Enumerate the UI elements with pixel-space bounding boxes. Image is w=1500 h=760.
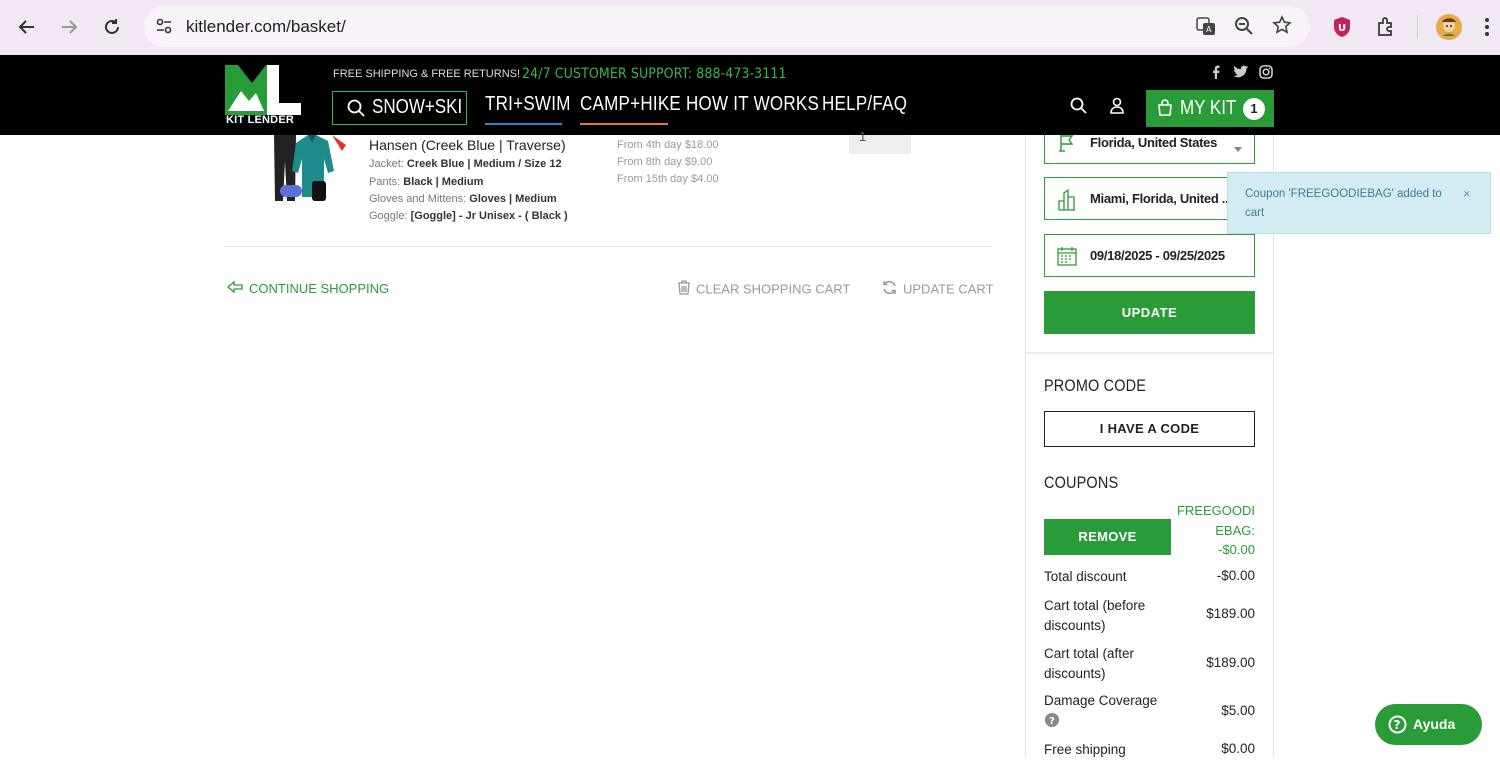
back-icon[interactable]: [13, 13, 41, 41]
trash-icon: [677, 280, 691, 298]
menu-how-it-works[interactable]: HOW IT WORKS: [686, 93, 819, 116]
attr-goggle: Goggle: [Goggle] - Jr Unisex - ( Black ): [369, 210, 568, 222]
cart-total-before-value: $189.00: [1206, 606, 1255, 621]
damage-coverage-label: Damage Coverage: [1044, 693, 1158, 708]
camp-hike-underline: [580, 123, 668, 125]
address-bar[interactable]: kitlender.com/basket/ A: [144, 6, 1310, 47]
toast-message: Coupon 'FREEGOODIEBAG' added to cart: [1245, 188, 1442, 219]
clear-cart-label: CLEAR SHOPPING CART: [696, 281, 851, 297]
site-header: KIT LENDER FREE SHIPPING & FREE RETURNS!…: [0, 55, 1500, 135]
svg-text:U: U: [1338, 23, 1346, 34]
bookmark-star-icon[interactable]: [1272, 15, 1292, 40]
city-select[interactable]: Miami, Florida, United ...: [1044, 177, 1255, 220]
ublock-extension-icon[interactable]: U: [1332, 16, 1352, 43]
date-range-value: 09/18/2025 - 09/25/2025: [1090, 248, 1225, 263]
url-text[interactable]: kitlender.com/basket/: [186, 17, 346, 37]
free-shipping-label: Free shipping: [1044, 742, 1126, 757]
flag-icon: [1058, 134, 1076, 157]
cart-total-after-value: $189.00: [1206, 655, 1255, 670]
cart-total-before-label: Cart total (before discounts): [1044, 598, 1146, 633]
quantity-value: 1: [859, 129, 867, 144]
arrow-left-icon: [226, 280, 243, 296]
svg-text:?: ?: [1394, 718, 1401, 732]
menu-label: SNOW+SKI: [372, 96, 463, 118]
my-kit-label: MY KIT: [1180, 97, 1237, 119]
browser-menu-icon[interactable]: [1484, 16, 1490, 43]
promo-code-title: PROMO CODE: [1044, 376, 1147, 395]
attr-jacket: Jacket: Creek Blue | Medium / Size 12: [369, 158, 562, 170]
close-icon[interactable]: ×: [1463, 186, 1471, 201]
my-kit-button[interactable]: MY KIT 1: [1146, 90, 1274, 127]
chevron-down-icon: [1234, 139, 1242, 157]
toolbar-divider: [1417, 15, 1418, 39]
coupons-title: COUPONS: [1044, 473, 1119, 492]
cart-divider: [225, 246, 991, 247]
search-icon: [347, 99, 365, 122]
free-shipping-text: FREE SHIPPING & FREE RETURNS!: [333, 68, 521, 80]
state-select[interactable]: Florida, United States: [1044, 135, 1255, 164]
update-cart-label: UPDATE CART: [903, 281, 994, 297]
browser-toolbar: kitlender.com/basket/ A U: [0, 0, 1500, 55]
help-chat-button[interactable]: ? Ayuda: [1375, 704, 1482, 745]
help-question-icon[interactable]: ?: [1045, 713, 1059, 732]
damage-coverage-value: $5.00: [1221, 703, 1255, 718]
continue-shopping-label: CONTINUE SHOPPING: [249, 281, 390, 297]
logo-text: KIT LENDER: [226, 114, 294, 126]
coupon-code-line: EBAG:: [1215, 522, 1255, 538]
attr-pants: Pants: Black | Medium: [369, 176, 484, 188]
date-range-input[interactable]: 09/18/2025 - 09/25/2025: [1044, 234, 1255, 277]
quantity-input[interactable]: 1: [849, 129, 911, 154]
price-tier: From 15th day $4.00: [617, 173, 719, 185]
menu-tri-swim[interactable]: TRI+SWIM: [485, 93, 571, 116]
support-phone[interactable]: 24/7 CUSTOMER SUPPORT: 888-473-3111: [522, 66, 787, 82]
forward-icon[interactable]: [55, 13, 83, 41]
tri-swim-underline: [485, 123, 562, 125]
instagram-icon[interactable]: [1259, 65, 1273, 84]
continue-shopping-link[interactable]: CONTINUE SHOPPING: [226, 280, 390, 297]
svg-text:?: ?: [1049, 716, 1055, 727]
bag-icon: [1157, 99, 1173, 121]
city-value: Miami, Florida, United ...: [1090, 191, 1232, 206]
account-icon[interactable]: [1109, 97, 1125, 119]
update-button[interactable]: UPDATE: [1044, 291, 1255, 334]
twitter-icon[interactable]: [1233, 65, 1249, 84]
refresh-icon: [882, 280, 897, 298]
question-circle-icon: ?: [1388, 715, 1407, 737]
cart-total-after-label: Cart total (after discounts): [1044, 646, 1135, 681]
coupon-amount: -$0.00: [1218, 542, 1255, 557]
coupon-added-toast: Coupon 'FREEGOODIEBAG' added to cart ×: [1227, 172, 1491, 234]
update-cart-link[interactable]: UPDATE CART: [882, 280, 994, 298]
attr-gloves: Gloves and Mittens: Gloves | Medium: [369, 193, 557, 205]
translate-icon[interactable]: A: [1196, 16, 1216, 41]
calendar-icon: [1057, 246, 1077, 271]
cart-count-badge: 1: [1243, 98, 1265, 120]
menu-snow-ski[interactable]: SNOW+SKI: [332, 91, 467, 125]
product-title[interactable]: Hansen (Creek Blue | Traverse): [369, 137, 566, 153]
extensions-puzzle-icon[interactable]: [1375, 16, 1397, 43]
sidebar-separator: [1026, 352, 1273, 354]
price-tier: From 8th day $9.00: [617, 156, 713, 168]
free-shipping-value: $0.00: [1221, 741, 1255, 756]
total-discount-value: -$0.00: [1216, 568, 1255, 583]
reload-icon[interactable]: [98, 13, 126, 41]
applied-coupon: FREEGOODI EBAG: -$0.00: [1172, 501, 1255, 560]
clear-cart-link[interactable]: CLEAR SHOPPING CART: [677, 280, 850, 298]
have-code-button[interactable]: I HAVE A CODE: [1044, 411, 1255, 447]
price-tier: From 4th day $18.00: [617, 139, 719, 151]
menu-help-faq[interactable]: HELP/FAQ: [822, 93, 907, 116]
remove-coupon-button[interactable]: REMOVE: [1044, 519, 1171, 555]
product-image[interactable]: [272, 135, 348, 207]
zoom-icon[interactable]: [1234, 16, 1254, 41]
total-discount-label: Total discount: [1044, 569, 1127, 584]
city-buildings-icon: [1058, 188, 1076, 216]
coupon-code-line: FREEGOODI: [1176, 503, 1255, 518]
header-search-icon[interactable]: [1070, 97, 1087, 119]
facebook-icon[interactable]: [1210, 65, 1222, 84]
profile-avatar[interactable]: [1436, 14, 1462, 45]
svg-text:A: A: [1206, 25, 1212, 34]
site-info-icon[interactable]: [155, 17, 173, 40]
menu-camp-hike[interactable]: CAMP+HIKE: [580, 93, 681, 116]
state-value: Florida, United States: [1090, 135, 1218, 150]
help-label: Ayuda: [1413, 716, 1456, 732]
